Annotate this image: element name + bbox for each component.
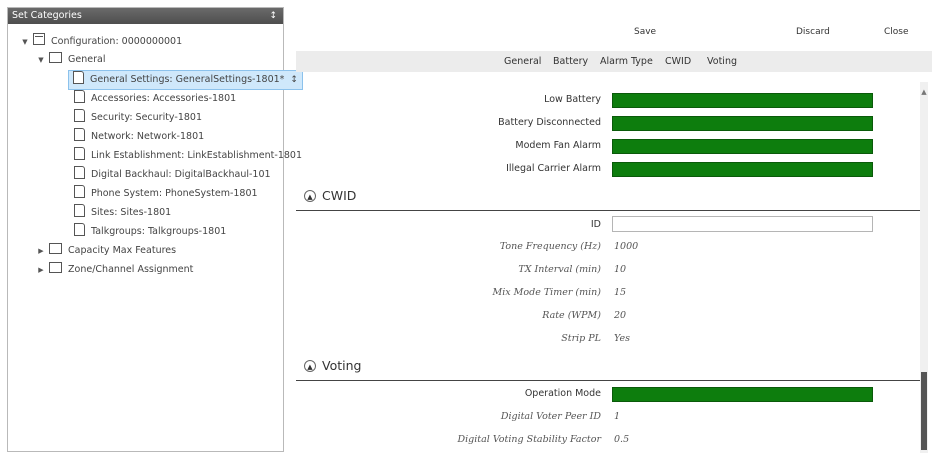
- folder-open-icon: [49, 52, 63, 63]
- expand-arrow-icon[interactable]: ▼: [36, 51, 46, 69]
- alarm-label-illegal-carrier: Illegal Carrier Alarm: [506, 163, 601, 174]
- set-categories-panel: Set Categories ↕ ▼ Configuration: 000000…: [7, 7, 303, 452]
- document-icon: [74, 204, 85, 217]
- tree-general[interactable]: ▼ General: [36, 51, 105, 69]
- document-icon: [74, 185, 85, 198]
- alarm-label-low-battery: Low Battery: [544, 94, 601, 105]
- discard-button[interactable]: Discard: [796, 27, 830, 37]
- tab-cwid[interactable]: CWID: [665, 56, 691, 67]
- modem-fan-alarm-select[interactable]: [612, 139, 873, 154]
- operation-mode-label: Operation Mode: [524, 388, 601, 399]
- field-value-mix-mode-timer: 15: [614, 287, 627, 298]
- low-battery-select[interactable]: [612, 93, 873, 108]
- expand-arrow-icon[interactable]: ▶: [36, 242, 46, 260]
- document-icon: [74, 166, 85, 179]
- collapse-icon[interactable]: ▲: [304, 360, 316, 372]
- tree-item-phone-system[interactable]: Phone System: PhoneSystem-1801: [74, 185, 258, 203]
- expand-arrow-icon[interactable]: ▼: [20, 33, 30, 51]
- document-icon: [74, 90, 85, 103]
- tree-item-label: Network: Network-1801: [91, 131, 205, 142]
- operation-mode-select[interactable]: [612, 387, 873, 402]
- document-icon: [73, 71, 84, 84]
- tree-item-label: Phone System: PhoneSystem-1801: [91, 188, 258, 199]
- tree-item-network[interactable]: Network: Network-1801: [74, 128, 204, 146]
- document-icon: [74, 128, 85, 141]
- panel-title: Set Categories: [12, 10, 82, 21]
- configuration-icon: [33, 33, 46, 45]
- tree-root[interactable]: ▼ Configuration: 0000000001: [20, 33, 182, 51]
- tree-capacity-max[interactable]: ▶ Capacity Max Features: [36, 242, 176, 260]
- tree-item-label: General Settings: GeneralSettings-1801*: [90, 74, 285, 85]
- section-tabs: General Battery Alarm Type CWID Voting: [296, 51, 932, 72]
- tree-zone-label: Zone/Channel Assignment: [68, 264, 194, 275]
- tree-item-label: Security: Security-1801: [91, 112, 202, 123]
- cwid-section-title: CWID: [322, 188, 357, 203]
- tree-root-label: Configuration: 0000000001: [51, 36, 183, 47]
- alarm-label-battery-disconnected: Battery Disconnected: [498, 117, 601, 128]
- tree-item-digital-backhaul[interactable]: Digital Backhaul: DigitalBackhaul-101: [74, 166, 271, 184]
- settings-scroll-area[interactable]: Low Battery Battery Disconnected Modem F…: [296, 82, 920, 453]
- document-icon: [74, 147, 85, 160]
- field-label-strip-pl: Strip PL: [561, 333, 601, 344]
- expand-arrow-icon[interactable]: ▶: [36, 261, 46, 279]
- tree-capacity-label: Capacity Max Features: [68, 245, 177, 256]
- tree-item-link-establishment[interactable]: Link Establishment: LinkEstablishment-18…: [74, 147, 302, 165]
- tree-item-accessories[interactable]: Accessories: Accessories-1801: [74, 90, 236, 108]
- folder-icon: [49, 262, 63, 273]
- field-value-rate: 20: [614, 310, 627, 321]
- cwid-section-header[interactable]: ▲ CWID: [304, 188, 920, 206]
- vertical-scrollbar[interactable]: ▲: [920, 82, 928, 453]
- tree-item-label: Talkgroups: Talkgroups-1801: [91, 226, 227, 237]
- field-value-tone-frequency: 1000: [614, 241, 639, 252]
- section-divider: [296, 210, 920, 211]
- tree-general-label: General: [68, 54, 106, 65]
- tree-item-label: Link Establishment: LinkEstablishment-18…: [91, 150, 302, 161]
- field-label-tx-interval: TX Interval (min): [518, 264, 601, 275]
- panel-title-bar: Set Categories ↕: [8, 8, 283, 24]
- cwid-id-input[interactable]: [612, 216, 873, 232]
- document-icon: [74, 223, 85, 236]
- tree-item-security[interactable]: Security: Security-1801: [74, 109, 202, 127]
- tree-item-sites[interactable]: Sites: Sites-1801: [74, 204, 171, 222]
- collapse-icon[interactable]: ▲: [304, 190, 316, 202]
- field-label-stability-factor: Digital Voting Stability Factor: [457, 434, 602, 445]
- section-divider: [296, 380, 920, 381]
- field-label-tone-frequency: Tone Frequency (Hz): [499, 241, 601, 252]
- folder-icon: [49, 243, 63, 254]
- tree-item-label: Digital Backhaul: DigitalBackhaul-101: [91, 169, 271, 180]
- pin-icon[interactable]: ↕: [269, 8, 277, 24]
- tree-zone-channel[interactable]: ▶ Zone/Channel Assignment: [36, 261, 193, 279]
- scroll-up-arrow-icon[interactable]: ▲: [920, 88, 928, 96]
- settings-editor: Save Discard Close General Battery Alarm…: [296, 7, 932, 453]
- field-value-tx-interval: 10: [614, 264, 627, 275]
- field-value-strip-pl: Yes: [614, 333, 630, 344]
- document-icon: [74, 109, 85, 122]
- field-value-digital-voter-peer-id: 1: [614, 411, 621, 422]
- field-label-mix-mode-timer: Mix Mode Timer (min): [492, 287, 601, 298]
- tree-item-label: Sites: Sites-1801: [91, 207, 172, 218]
- cwid-id-label: ID: [590, 219, 601, 230]
- field-label-rate: Rate (WPM): [542, 310, 601, 321]
- close-button[interactable]: Close: [884, 27, 909, 37]
- field-value-stability-factor: 0.5: [614, 434, 630, 445]
- illegal-carrier-alarm-select[interactable]: [612, 162, 873, 177]
- tab-battery[interactable]: Battery: [553, 56, 588, 67]
- voting-section-title: Voting: [322, 358, 362, 373]
- tab-general[interactable]: General: [504, 56, 541, 67]
- scrollbar-thumb[interactable]: [921, 372, 927, 450]
- field-label-digital-voter-peer-id: Digital Voter Peer ID: [500, 411, 601, 422]
- tab-alarm-type[interactable]: Alarm Type: [600, 56, 653, 67]
- alarm-label-modem-fan: Modem Fan Alarm: [515, 140, 601, 151]
- save-button[interactable]: Save: [634, 27, 656, 37]
- tree-item-talkgroups[interactable]: Talkgroups: Talkgroups-1801: [74, 223, 226, 241]
- tree-item-label: Accessories: Accessories-1801: [91, 93, 237, 104]
- tab-voting[interactable]: Voting: [707, 56, 737, 67]
- tree-item-general-settings[interactable]: General Settings: GeneralSettings-1801* ↕: [68, 70, 303, 90]
- battery-disconnected-select[interactable]: [612, 116, 873, 131]
- voting-section-header[interactable]: ▲ Voting: [304, 358, 920, 376]
